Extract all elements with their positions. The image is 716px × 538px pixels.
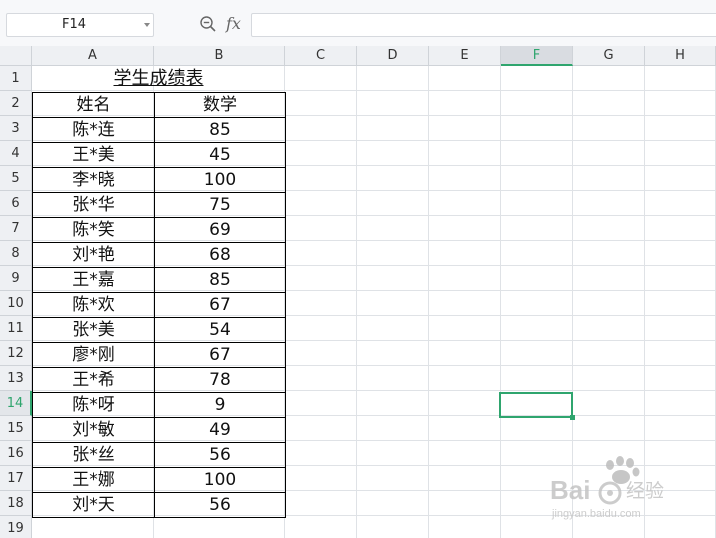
student-name-cell[interactable]: 廖*刚 (32, 342, 155, 368)
student-name-cell[interactable]: 张*丝 (32, 442, 155, 468)
row-header-3[interactable]: 3 (0, 116, 32, 141)
row-header-11[interactable]: 11 (0, 316, 32, 341)
score-table: 姓名 数学 陈*连 85 王*美 45 李*晓 100 张*华 75 陈*笑 69 刘*艳 68 王*嘉 85… (32, 92, 286, 518)
formula-input[interactable] (251, 13, 716, 37)
math-score-cell[interactable]: 54 (154, 317, 286, 343)
table-header-row: 姓名 数学 (32, 92, 286, 118)
row-header-2[interactable]: 2 (0, 91, 32, 116)
row-header-16[interactable]: 16 (0, 441, 32, 466)
student-name-cell[interactable]: 陈*笑 (32, 217, 155, 243)
student-name-cell[interactable]: 陈*欢 (32, 292, 155, 318)
column-header-g[interactable]: G (573, 46, 645, 66)
fill-handle[interactable] (570, 415, 575, 420)
column-header-e[interactable]: E (429, 46, 501, 66)
math-score-cell[interactable]: 75 (154, 192, 286, 218)
math-score-cell[interactable]: 100 (154, 467, 286, 493)
gridline-vertical (356, 66, 357, 538)
student-name-cell[interactable]: 刘*艳 (32, 242, 155, 268)
column-header-a[interactable]: A (32, 46, 154, 66)
row-header-19[interactable]: 19 (0, 516, 32, 538)
student-name-cell[interactable]: 陈*连 (32, 117, 155, 143)
table-row: 王*美 45 (32, 142, 286, 168)
row-header-10[interactable]: 10 (0, 291, 32, 316)
row-header-1[interactable]: 1 (0, 66, 32, 91)
table-row: 刘*天 56 (32, 492, 286, 518)
function-icon[interactable]: fx (226, 12, 241, 36)
math-score-cell[interactable]: 85 (154, 117, 286, 143)
row-header-15[interactable]: 15 (0, 416, 32, 441)
table-row: 李*晓 100 (32, 167, 286, 193)
student-name-cell[interactable]: 王*娜 (32, 467, 155, 493)
table-row: 陈*笑 69 (32, 217, 286, 243)
table-row: 王*娜 100 (32, 467, 286, 493)
math-score-cell[interactable]: 69 (154, 217, 286, 243)
table-row: 刘*艳 68 (32, 242, 286, 268)
math-score-cell[interactable]: 49 (154, 417, 286, 443)
student-name-cell[interactable]: 王*美 (32, 142, 155, 168)
table-row: 陈*呀 9 (32, 392, 286, 418)
math-score-cell[interactable]: 9 (154, 392, 286, 418)
baidu-jingyan-watermark: Bai 经验 jingyan.baidu.com (550, 456, 664, 520)
name-box-value[interactable]: F14 (7, 14, 141, 36)
formula-bar: F14 fx (0, 0, 716, 46)
student-name-cell[interactable]: 刘*敏 (32, 417, 155, 443)
column-header-d[interactable]: D (357, 46, 429, 66)
row-header-14[interactable]: 14 (0, 391, 32, 416)
gridline-vertical (428, 66, 429, 538)
chevron-down-icon[interactable] (144, 23, 150, 27)
table-row: 王*希 78 (32, 367, 286, 393)
row-header-12[interactable]: 12 (0, 341, 32, 366)
header-math-cell[interactable]: 数学 (154, 92, 286, 118)
gridline-vertical (500, 66, 501, 538)
row-header-4[interactable]: 4 (0, 141, 32, 166)
math-score-cell[interactable]: 56 (154, 492, 286, 518)
math-score-cell[interactable]: 100 (154, 167, 286, 193)
table-row: 陈*连 85 (32, 117, 286, 143)
sheet-title[interactable]: 学生成绩表 (32, 66, 285, 91)
table-row: 廖*刚 67 (32, 342, 286, 368)
zoom-out-icon[interactable] (199, 15, 217, 33)
student-name-cell[interactable]: 刘*天 (32, 492, 155, 518)
column-header-h[interactable]: H (645, 46, 716, 66)
row-header-6[interactable]: 6 (0, 191, 32, 216)
name-box[interactable]: F14 (6, 13, 154, 37)
math-score-cell[interactable]: 68 (154, 242, 286, 268)
header-name-cell[interactable]: 姓名 (32, 92, 155, 118)
table-row: 张*美 54 (32, 317, 286, 343)
column-header-f[interactable]: F (501, 46, 573, 66)
row-header-7[interactable]: 7 (0, 216, 32, 241)
row-header-17[interactable]: 17 (0, 466, 32, 491)
student-name-cell[interactable]: 陈*呀 (32, 392, 155, 418)
svg-text:jingyan.baidu.com: jingyan.baidu.com (551, 508, 641, 520)
svg-text:Bai: Bai (550, 475, 590, 505)
math-score-cell[interactable]: 56 (154, 442, 286, 468)
table-row: 陈*欢 67 (32, 292, 286, 318)
math-score-cell[interactable]: 78 (154, 367, 286, 393)
row-header-8[interactable]: 8 (0, 241, 32, 266)
math-score-cell[interactable]: 85 (154, 267, 286, 293)
column-header-c[interactable]: C (285, 46, 357, 66)
column-header-b[interactable]: B (154, 46, 285, 66)
row-header-18[interactable]: 18 (0, 491, 32, 516)
student-name-cell[interactable]: 王*嘉 (32, 267, 155, 293)
row-header-13[interactable]: 13 (0, 366, 32, 391)
math-score-cell[interactable]: 67 (154, 292, 286, 318)
student-name-cell[interactable]: 张*华 (32, 192, 155, 218)
math-score-cell[interactable]: 67 (154, 342, 286, 368)
student-name-cell[interactable]: 王*希 (32, 367, 155, 393)
selected-cell-f14[interactable] (499, 392, 573, 418)
row-header-9[interactable]: 9 (0, 266, 32, 291)
select-all-corner[interactable] (0, 46, 32, 66)
row-header-5[interactable]: 5 (0, 166, 32, 191)
student-name-cell[interactable]: 张*美 (32, 317, 155, 343)
table-row: 王*嘉 85 (32, 267, 286, 293)
table-row: 张*华 75 (32, 192, 286, 218)
math-score-cell[interactable]: 45 (154, 142, 286, 168)
student-name-cell[interactable]: 李*晓 (32, 167, 155, 193)
table-row: 张*丝 56 (32, 442, 286, 468)
svg-text:经验: 经验 (626, 480, 664, 502)
table-row: 刘*敏 49 (32, 417, 286, 443)
